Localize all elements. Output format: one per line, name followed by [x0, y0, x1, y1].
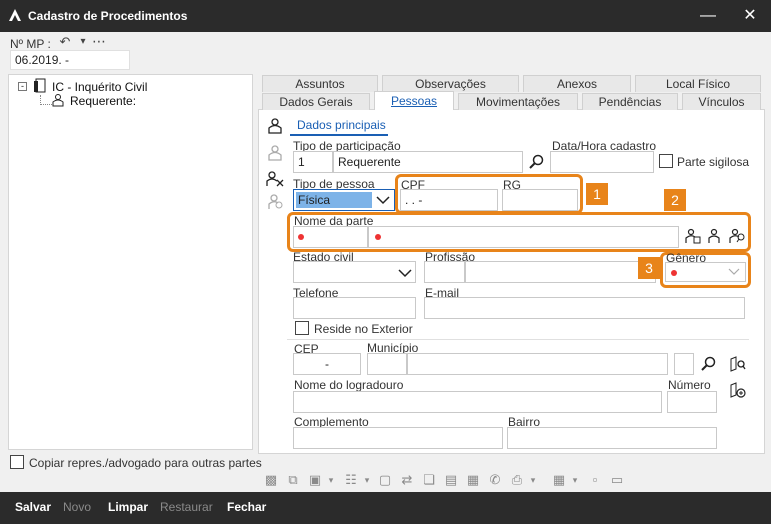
dropdown-arrow-icon[interactable]: ▾ — [524, 472, 542, 488]
undo-icon[interactable]: ↶ — [56, 33, 74, 51]
email-field[interactable] — [424, 297, 745, 319]
dropdown-arrow-icon[interactable]: ▾ — [322, 472, 340, 488]
municipio-field[interactable] — [407, 353, 668, 375]
tree-panel — [8, 74, 253, 450]
tab-movimentacoes[interactable]: Movimentações — [458, 93, 578, 110]
copy-document-icon[interactable]: ⧉ — [284, 472, 302, 488]
badge-3: 3 — [638, 257, 660, 279]
tree-collapse-icon[interactable]: - — [18, 82, 27, 91]
municipio-code-field[interactable] — [367, 353, 407, 375]
close-icon[interactable]: ✕ — [738, 6, 762, 26]
tipo-participacao-field[interactable]: Requerente — [333, 151, 523, 173]
person-edit-icon[interactable] — [685, 228, 701, 244]
tab-pendencias[interactable]: Pendências — [582, 93, 678, 110]
reside-exterior-checkbox[interactable] — [295, 321, 309, 335]
tipo-participacao-code-field[interactable]: 1 — [293, 151, 333, 173]
complemento-field[interactable] — [293, 427, 503, 449]
person-info-icon[interactable] — [708, 228, 722, 244]
folder-person-icon — [34, 78, 46, 93]
salvar-button[interactable]: Salvar — [15, 500, 51, 514]
fechar-button[interactable]: Fechar — [227, 500, 266, 514]
search-icon[interactable] — [529, 154, 545, 170]
badge-2: 2 — [664, 189, 686, 211]
remove-document-icon[interactable]: ▭ — [608, 472, 626, 488]
tab-assuntos[interactable]: Assuntos — [262, 75, 378, 92]
tree-connector — [40, 104, 52, 105]
document-icon[interactable]: ▫ — [586, 472, 604, 488]
person-icon[interactable] — [268, 118, 282, 134]
required-indicator — [298, 234, 304, 240]
bottom-action-bar: Salvar Novo Limpar Restaurar Fechar — [0, 492, 771, 524]
rg-field[interactable] — [502, 189, 578, 211]
limpar-button[interactable]: Limpar — [108, 500, 148, 514]
numero-label: Número — [668, 378, 711, 392]
reside-exterior-label: Reside no Exterior — [314, 322, 413, 336]
chevron-down-icon — [376, 196, 390, 205]
required-indicator — [671, 270, 677, 276]
person-search-icon[interactable] — [729, 228, 747, 244]
chevron-down-icon — [728, 268, 740, 275]
title-bar: Cadastro de Procedimentos — ✕ — [0, 0, 771, 32]
profissao-code-field[interactable] — [424, 261, 465, 283]
image-icon[interactable]: ▦ — [464, 472, 482, 488]
estado-civil-select[interactable] — [293, 261, 416, 283]
cpf-field[interactable]: . . - — [400, 189, 498, 211]
person-search-icon — [268, 194, 283, 209]
novo-button[interactable]: Novo — [63, 500, 91, 514]
parte-sigilosa-checkbox[interactable] — [659, 154, 673, 168]
map-search-icon[interactable] — [729, 356, 747, 372]
tipo-pessoa-select[interactable]: Física — [293, 189, 395, 211]
chevron-down-icon — [398, 269, 412, 278]
tab-local-fisico[interactable]: Local Físico — [635, 75, 761, 92]
person-remove-icon[interactable] — [266, 171, 284, 187]
tab-dados-gerais[interactable]: Dados Gerais — [262, 93, 370, 110]
nome-parte-prefix-field[interactable] — [293, 226, 368, 248]
tree-root-label[interactable]: IC - Inquérito Civil — [52, 80, 147, 94]
dropdown-arrow-icon[interactable]: ▾ — [566, 472, 584, 488]
more-icon[interactable]: ⋯ — [90, 32, 108, 50]
add-file-icon[interactable]: ▢ — [376, 472, 394, 488]
attachment-icon[interactable]: ❏ — [420, 472, 438, 488]
map-add-icon[interactable] — [729, 382, 747, 400]
search-icon[interactable] — [701, 356, 717, 372]
uf-field[interactable] — [674, 353, 694, 375]
required-indicator — [375, 234, 381, 240]
numero-field[interactable] — [667, 391, 717, 413]
logradouro-field[interactable] — [293, 391, 662, 413]
dropdown-arrow-icon[interactable]: ▾ — [358, 472, 376, 488]
nome-parte-field[interactable] — [368, 226, 679, 248]
profissao-field[interactable] — [465, 261, 656, 283]
transfer-icon[interactable]: ⇄ — [398, 472, 416, 488]
mp-label: Nº MP : — [10, 37, 51, 51]
tab-anexos[interactable]: Anexos — [523, 75, 631, 92]
phone-icon[interactable]: ✆ — [486, 472, 504, 488]
tree-child-label[interactable]: Requerente: — [70, 94, 136, 108]
parte-sigilosa-label: Parte sigilosa — [677, 155, 750, 169]
open-folder-icon[interactable]: ▤ — [442, 472, 460, 488]
tab-vinculos[interactable]: Vínculos — [682, 93, 761, 110]
genero-select[interactable] — [665, 262, 746, 282]
cep-field[interactable]: - — [293, 353, 361, 375]
bairro-field[interactable] — [507, 427, 717, 449]
add-document-icon[interactable]: ▩ — [262, 472, 280, 488]
tab-observacoes[interactable]: Observações — [382, 75, 519, 92]
window-title: Cadastro de Procedimentos — [28, 9, 188, 23]
mp-number-field[interactable]: 06.2019. - — [10, 50, 130, 70]
minimize-icon[interactable]: — — [696, 6, 720, 26]
copy-representative-checkbox[interactable] — [10, 455, 24, 469]
badge-1: 1 — [586, 183, 608, 205]
tab-pessoas[interactable]: Pessoas — [374, 91, 454, 110]
subtab-dados-principais[interactable]: Dados principais — [297, 118, 386, 132]
telefone-field[interactable] — [293, 297, 416, 319]
logradouro-label: Nome do logradouro — [294, 378, 404, 392]
tipo-pessoa-selected-value: Física — [296, 192, 372, 208]
person-lock-icon — [268, 145, 282, 161]
subtab-underline — [290, 134, 388, 136]
person-icon — [52, 94, 64, 107]
app-logo-icon — [9, 9, 21, 21]
copy-representative-label: Copiar repres./advogado para outras part… — [29, 456, 262, 470]
data-hora-field[interactable] — [550, 151, 654, 173]
restaurar-button[interactable]: Restaurar — [160, 500, 213, 514]
